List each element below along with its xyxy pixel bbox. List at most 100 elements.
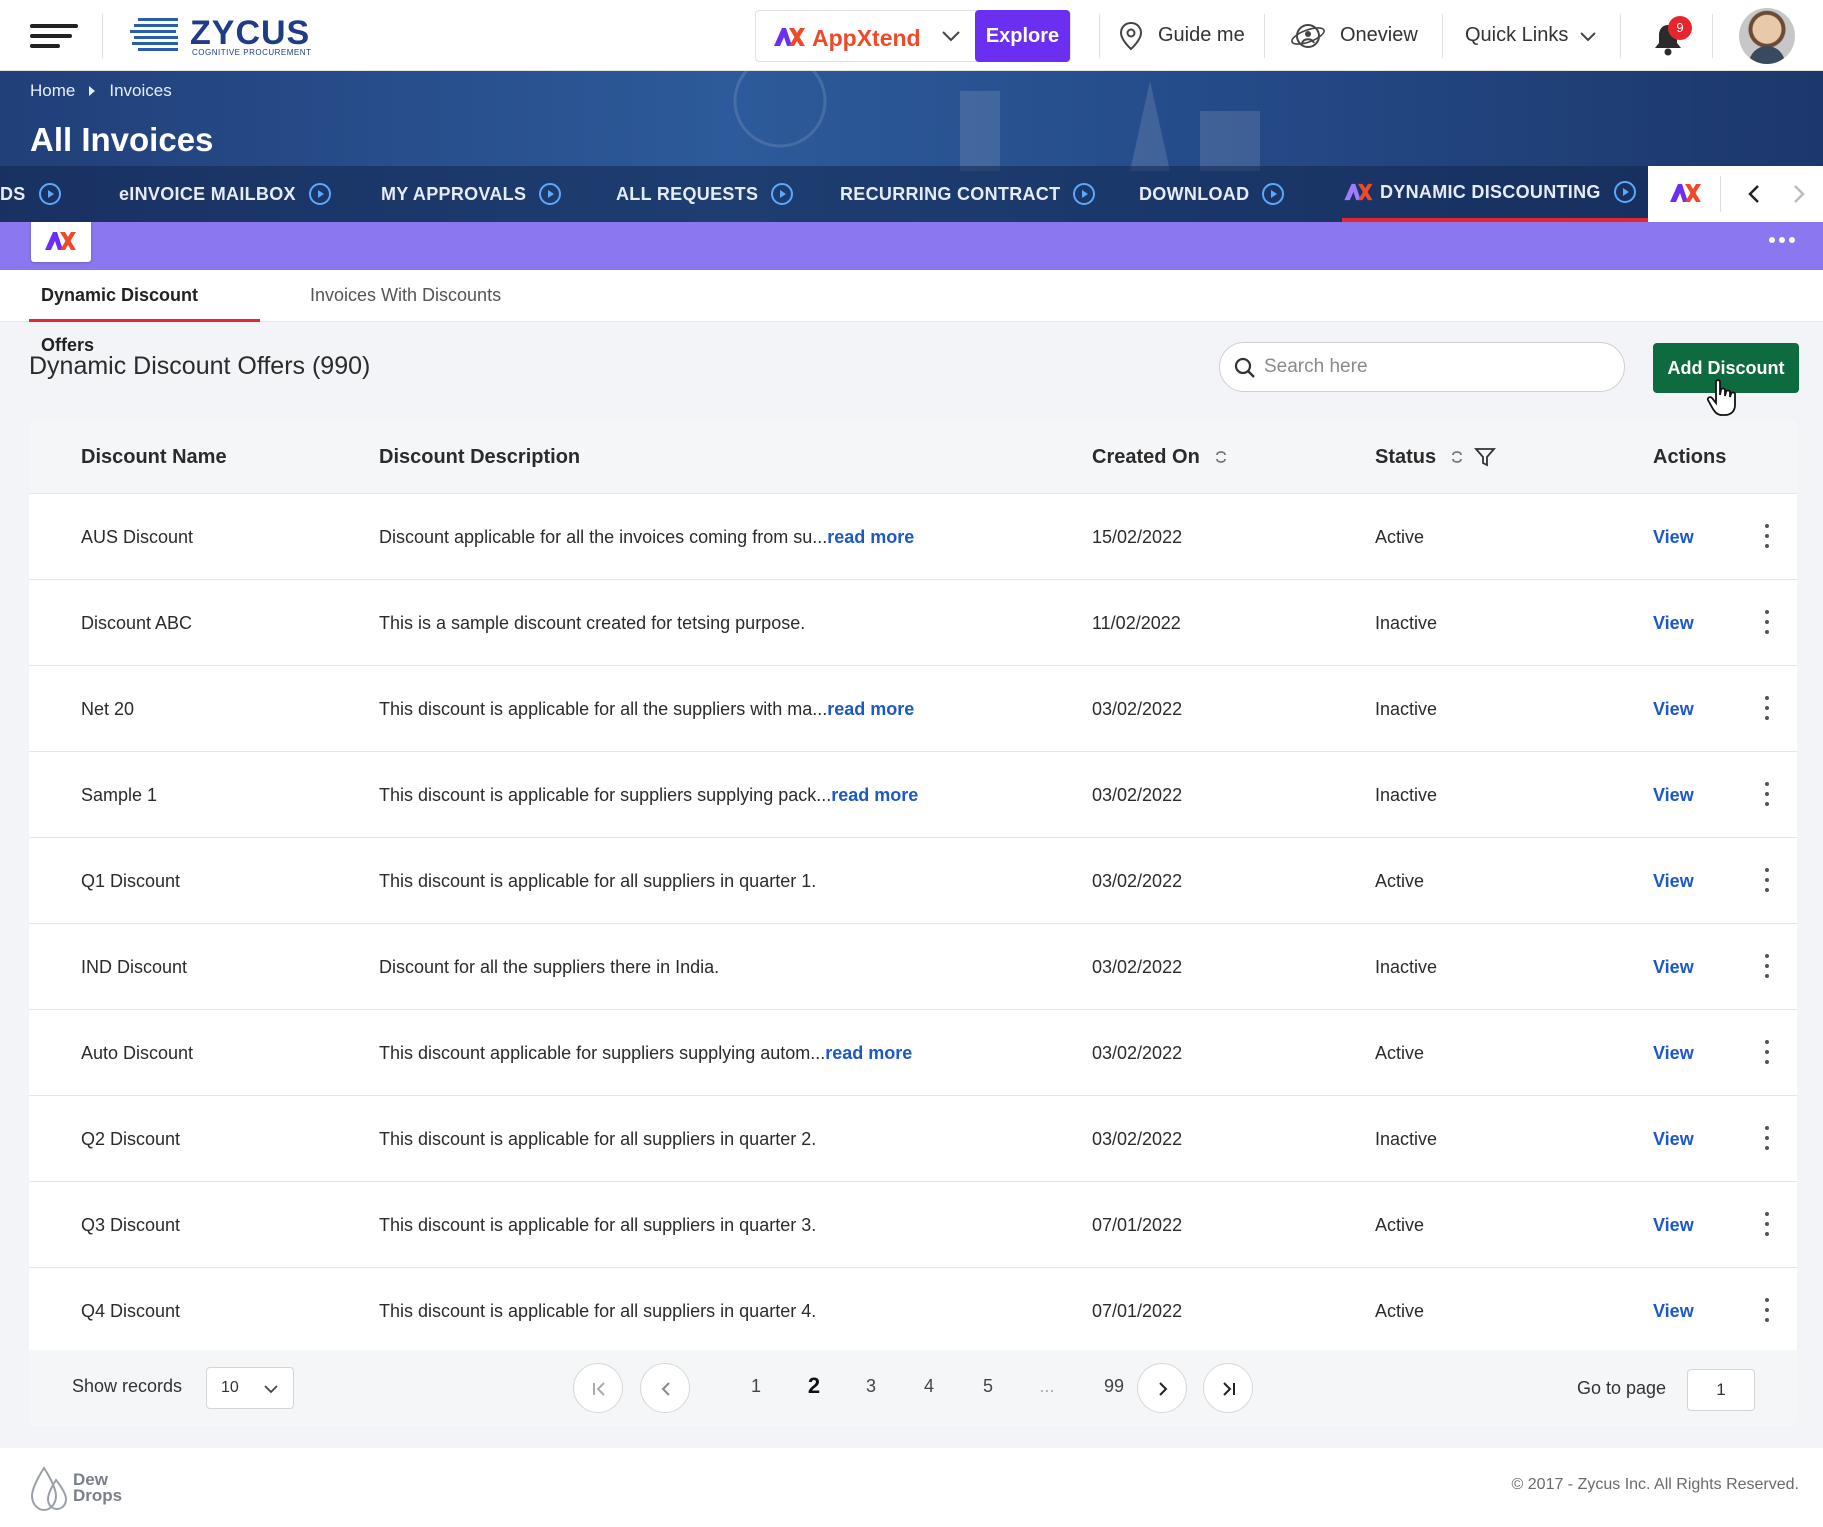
guide-me-link[interactable]: Guide me — [1118, 0, 1245, 71]
tab-invoices-with-discounts[interactable]: Invoices With Discounts — [310, 270, 501, 322]
play-tour-icon[interactable] — [308, 182, 332, 206]
appxtend-label: AppXtend — [812, 25, 921, 51]
tab-my-approvals[interactable]: MY APPROVALS — [381, 166, 562, 222]
first-page-button[interactable] — [573, 1363, 623, 1413]
go-to-page-input[interactable]: 1 — [1687, 1369, 1755, 1411]
play-tour-icon[interactable] — [538, 182, 562, 206]
read-more-link[interactable]: read more — [827, 699, 914, 719]
page-size-select[interactable]: 10 — [206, 1367, 294, 1409]
view-link[interactable]: View — [1653, 1096, 1694, 1182]
view-link[interactable]: View — [1653, 580, 1694, 666]
zycus-logo[interactable]: ZYCUS COGNITIVE PROCUREMENT — [130, 14, 330, 58]
more-vertical-icon[interactable] — [1764, 1298, 1770, 1324]
page-size-value: 10 — [221, 1379, 239, 1396]
search-input[interactable] — [1264, 353, 1604, 381]
view-link[interactable]: View — [1653, 1010, 1694, 1096]
play-tour-icon[interactable] — [38, 182, 62, 206]
sub-tabs: Dynamic Discount Offers Invoices With Di… — [0, 270, 1823, 355]
view-link[interactable]: View — [1653, 924, 1694, 1010]
previous-page-button[interactable] — [640, 1363, 690, 1413]
chevron-left-icon[interactable] — [1743, 182, 1767, 206]
tab-einvoice-mailbox[interactable]: eINVOICE MAILBOX — [119, 166, 332, 222]
view-link[interactable]: View — [1653, 666, 1694, 752]
page-number[interactable]: 5 — [973, 1376, 1003, 1397]
hamburger-menu-icon[interactable] — [30, 22, 78, 50]
play-tour-icon[interactable] — [1072, 182, 1096, 206]
column-created-on[interactable]: Created On — [1092, 420, 1228, 494]
play-tour-icon[interactable] — [1613, 180, 1637, 204]
status-text: Active — [1375, 1215, 1425, 1235]
tab-dynamic-discounting[interactable]: DYNAMIC DISCOUNTING — [1342, 166, 1651, 222]
more-horizontal-icon[interactable] — [1768, 236, 1796, 244]
next-page-button[interactable] — [1137, 1363, 1187, 1413]
page-number[interactable]: 99 — [1099, 1376, 1129, 1397]
quick-links-dropdown[interactable]: Quick Links — [1465, 0, 1612, 71]
chevron-left-icon — [661, 1382, 670, 1396]
table-row: Sample 1 This discount is applicable for … — [29, 752, 1797, 838]
page-number[interactable]: 3 — [856, 1376, 886, 1397]
tab-recurring-contract[interactable]: RECURRING CONTRACT — [840, 166, 1096, 222]
table-row: Q3 Discount This discount is applicable f… — [29, 1182, 1797, 1268]
view-link[interactable]: View — [1653, 1182, 1694, 1268]
more-vertical-icon[interactable] — [1764, 954, 1770, 980]
description-text: Discount applicable for all the invoices… — [379, 527, 828, 547]
search-box[interactable] — [1219, 342, 1625, 392]
table-row: Net 20 This discount is applicable for al… — [29, 666, 1797, 752]
more-vertical-icon[interactable] — [1764, 524, 1770, 550]
hand-cursor-icon — [1706, 379, 1736, 416]
more-vertical-icon[interactable] — [1764, 1212, 1770, 1238]
discount-description: This discount applicable for suppliers s… — [379, 1010, 912, 1096]
view-link[interactable]: View — [1653, 1268, 1694, 1354]
read-more-link[interactable]: read more — [827, 527, 914, 547]
sort-icon[interactable] — [1214, 448, 1228, 466]
created-on: 15/02/2022 — [1092, 527, 1183, 547]
view-link[interactable]: View — [1653, 494, 1694, 580]
more-vertical-icon[interactable] — [1764, 868, 1770, 894]
description-text: This discount is applicable for all supp… — [379, 871, 817, 891]
last-page-icon — [1223, 1382, 1235, 1396]
breadcrumb-home[interactable]: Home — [30, 81, 75, 101]
sort-icon[interactable] — [1450, 448, 1464, 466]
play-tour-icon[interactable] — [770, 182, 794, 206]
page-number[interactable]: 1 — [741, 1376, 771, 1397]
breadcrumb-invoices[interactable]: Invoices — [109, 81, 171, 101]
more-vertical-icon[interactable] — [1764, 1126, 1770, 1152]
discount-description: This discount is applicable for all the … — [379, 666, 914, 752]
appxtend-tile[interactable] — [31, 222, 91, 262]
tab-dynamic-discount-offers[interactable]: Dynamic Discount Offers — [29, 270, 260, 355]
search-icon — [1234, 357, 1255, 378]
table-row: AUS Discount Discount applicable for all … — [29, 494, 1797, 580]
appxtend-icon[interactable] — [1668, 182, 1702, 204]
breadcrumb: Home Invoices — [30, 81, 172, 101]
oneview-link[interactable]: Oneview — [1290, 0, 1418, 71]
play-tour-icon[interactable] — [1261, 182, 1285, 206]
filter-icon[interactable] — [1474, 446, 1497, 468]
status-text: Inactive — [1375, 957, 1438, 977]
description-text: This discount is applicable for all supp… — [379, 1215, 817, 1235]
chevron-right-icon[interactable] — [1786, 182, 1810, 206]
page-number[interactable]: 4 — [914, 1376, 944, 1397]
created-on: 03/02/2022 — [1092, 957, 1183, 977]
tab-download[interactable]: DOWNLOAD — [1139, 166, 1285, 222]
status-text: Active — [1375, 871, 1425, 891]
more-vertical-icon[interactable] — [1764, 696, 1770, 722]
read-more-link[interactable]: read more — [825, 1043, 912, 1063]
read-more-link[interactable]: read more — [831, 785, 918, 805]
tab-truncated[interactable]: DS — [0, 166, 62, 222]
pagination-ellipsis: ... — [1039, 1376, 1055, 1396]
more-vertical-icon[interactable] — [1764, 1040, 1770, 1066]
view-link[interactable]: View — [1653, 752, 1694, 838]
tab-all-requests[interactable]: ALL REQUESTS — [616, 166, 794, 222]
view-link[interactable]: View — [1653, 838, 1694, 924]
discount-description: Discount for all the suppliers there in … — [379, 924, 719, 1010]
more-vertical-icon[interactable] — [1764, 782, 1770, 808]
explore-button[interactable]: Explore — [975, 10, 1070, 62]
discount-name: Discount ABC — [81, 613, 193, 633]
column-status[interactable]: Status — [1375, 420, 1497, 494]
more-vertical-icon[interactable] — [1764, 610, 1770, 636]
table-row: Auto Discount This discount applicable fo… — [29, 1010, 1797, 1096]
user-avatar[interactable] — [1739, 8, 1795, 64]
page-number[interactable]: 2 — [799, 1373, 829, 1399]
last-page-button[interactable] — [1203, 1363, 1253, 1413]
discount-description: This discount is applicable for all supp… — [379, 1182, 816, 1268]
